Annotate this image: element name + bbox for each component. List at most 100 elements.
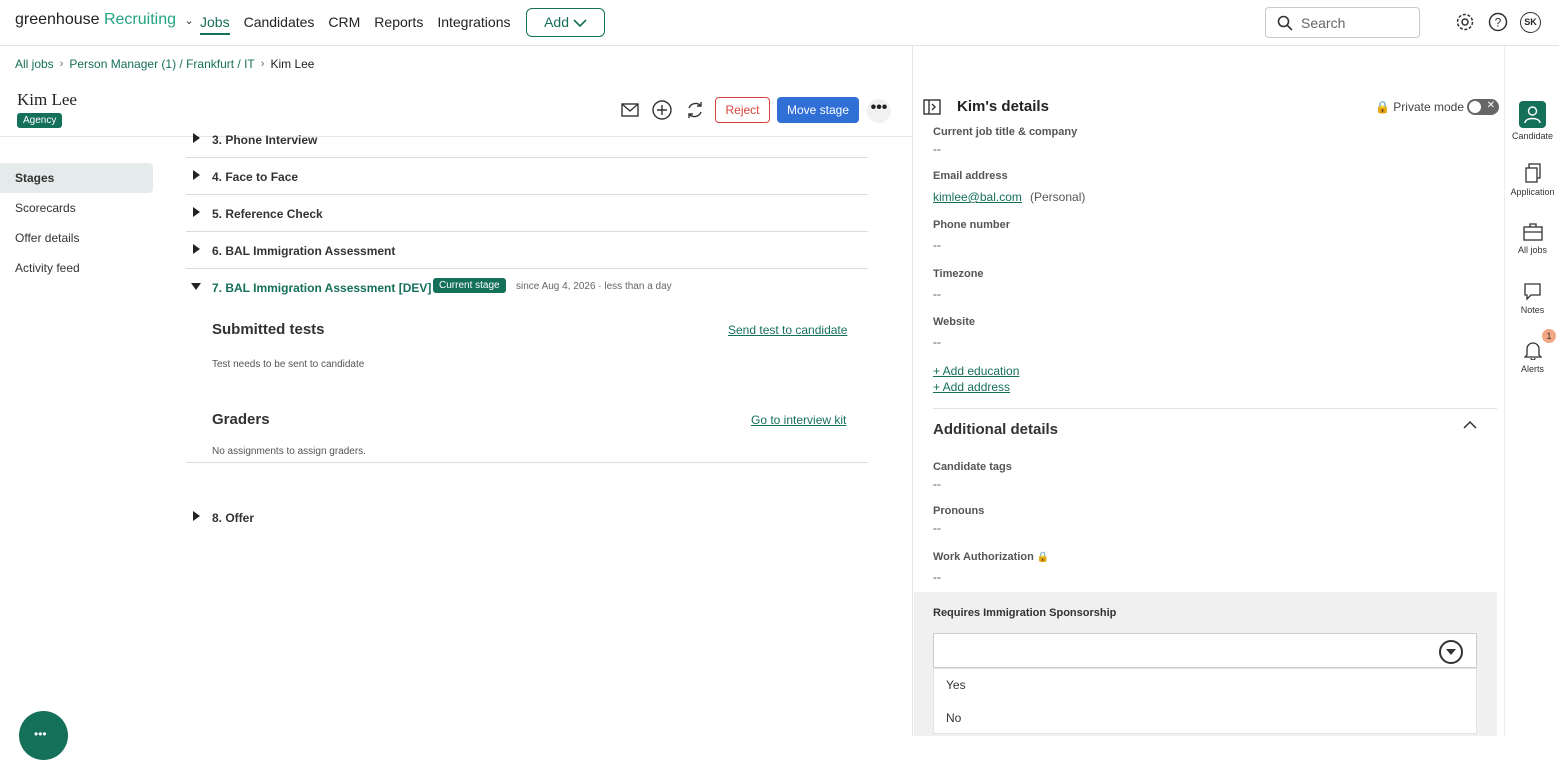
- stage-row[interactable]: 5. Reference Check: [186, 195, 868, 232]
- interview-kit-link[interactable]: Go to interview kit: [751, 413, 846, 427]
- stage-label: 7. BAL Immigration Assessment [DEV]: [212, 281, 432, 295]
- stage-row-current[interactable]: 7. BAL Immigration Assessment [DEV] Curr…: [186, 269, 868, 306]
- section-title: Submitted tests: [212, 321, 325, 338]
- chat-icon: •••: [34, 727, 47, 741]
- tests-note: Test needs to be sent to candidate: [212, 359, 365, 370]
- search-icon: [1277, 15, 1293, 31]
- add-button-label: Add: [544, 14, 570, 30]
- additional-details-title: Additional details: [933, 421, 1059, 438]
- sidebar-label: Notes: [1520, 305, 1545, 315]
- chevron-right-icon: ›: [59, 58, 64, 70]
- alerts-count-badge: 1: [1542, 329, 1556, 343]
- add-address-link[interactable]: + Add address: [933, 380, 1010, 394]
- right-sidebar: Candidate Application All jobs Notes Ale…: [1504, 46, 1559, 736]
- sidebar-item-alerts[interactable]: Alerts: [1505, 340, 1559, 374]
- breadcrumb-job[interactable]: Person Manager (1) / Frankfurt / IT: [69, 57, 254, 71]
- field-label: Candidate tags: [933, 461, 1012, 473]
- stage-label: 4. Face to Face: [212, 170, 299, 184]
- graders-note: No assignments to assign graders.: [212, 446, 366, 457]
- nav-jobs[interactable]: Jobs: [200, 14, 230, 35]
- work-auth-label: Work Authorization: [933, 551, 1034, 563]
- stage-label: 6. BAL Immigration Assessment: [212, 244, 396, 258]
- panel-title: Kim's details: [957, 98, 1049, 115]
- top-navigation: greenhouse Recruiting ⌄ Jobs Candidates …: [0, 0, 1559, 46]
- caret-right-icon: [193, 244, 200, 254]
- add-education-link[interactable]: + Add education: [933, 364, 1019, 378]
- nav-candidates[interactable]: Candidates: [244, 14, 315, 35]
- nav-crm[interactable]: CRM: [328, 14, 360, 35]
- sponsorship-field: Requires Immigration Sponsorship Yes No: [914, 592, 1497, 736]
- sidebar-label: All jobs: [1517, 245, 1547, 255]
- lock-icon: 🔒: [1375, 100, 1390, 114]
- field-value: --: [933, 521, 941, 535]
- help-icon[interactable]: ?: [1488, 12, 1508, 32]
- svg-text:?: ?: [1495, 16, 1502, 30]
- collapse-panel-icon[interactable]: [923, 99, 941, 115]
- field-value: --: [933, 142, 941, 156]
- add-circle-icon[interactable]: [651, 99, 673, 121]
- stage-row[interactable]: 3. Phone Interview: [186, 121, 868, 158]
- app-logo[interactable]: greenhouse Recruiting ⌄: [15, 11, 194, 29]
- gear-icon[interactable]: [1455, 12, 1475, 32]
- section-title: Graders: [212, 411, 270, 428]
- sidebar-item-candidate[interactable]: Candidate: [1505, 101, 1559, 141]
- caret-right-icon: [193, 133, 200, 143]
- option-no[interactable]: No: [934, 702, 1476, 735]
- chevron-down-icon: ⌄: [184, 15, 194, 27]
- nav-offer-details[interactable]: Offer details: [0, 223, 153, 253]
- sidebar-label: Application: [1510, 187, 1555, 197]
- dropdown-arrow-icon[interactable]: [1439, 640, 1463, 664]
- caret-right-icon: [193, 170, 200, 180]
- details-panel: Kim's details 🔒 Private mode ✕ Current j…: [912, 46, 1504, 736]
- sidebar-label: Candidate: [1511, 131, 1554, 141]
- person-icon: [1519, 101, 1546, 128]
- nav-activity-feed[interactable]: Activity feed: [0, 253, 153, 283]
- search-input[interactable]: Search: [1265, 7, 1420, 38]
- refresh-icon[interactable]: [684, 99, 706, 121]
- chevron-up-icon[interactable]: [1463, 420, 1477, 430]
- breadcrumb-all-jobs[interactable]: All jobs: [15, 57, 54, 71]
- sidebar-item-all-jobs[interactable]: All jobs: [1505, 222, 1559, 255]
- sidebar-label: Alerts: [1520, 364, 1544, 374]
- more-options-button[interactable]: •••: [867, 99, 891, 123]
- stage-label: 8. Offer: [212, 511, 255, 525]
- option-yes[interactable]: Yes: [934, 669, 1476, 702]
- stage-row[interactable]: 8. Offer: [186, 499, 868, 536]
- stage-row[interactable]: 4. Face to Face: [186, 158, 868, 195]
- email-icon[interactable]: [619, 99, 641, 121]
- caret-down-icon: [191, 283, 201, 290]
- nav-reports[interactable]: Reports: [374, 14, 423, 35]
- chevron-right-icon: ›: [260, 58, 265, 70]
- field-label: Work Authorization 🔒: [933, 551, 1049, 563]
- email-link[interactable]: kimlee@bal.com: [933, 190, 1022, 204]
- field-value: --: [933, 570, 941, 584]
- field-label: Current job title & company: [933, 126, 1078, 138]
- sponsorship-select[interactable]: [933, 633, 1477, 668]
- profile-nav: Stages Scorecards Offer details Activity…: [0, 163, 153, 283]
- sidebar-item-notes[interactable]: Notes: [1505, 282, 1559, 315]
- reject-button[interactable]: Reject: [715, 97, 770, 123]
- caret-right-icon: [193, 511, 200, 521]
- add-button[interactable]: Add: [526, 8, 605, 37]
- breadcrumb: All jobs › Person Manager (1) / Frankfur…: [15, 57, 314, 71]
- nav-integrations[interactable]: Integrations: [437, 14, 510, 35]
- avatar[interactable]: SK: [1520, 12, 1541, 33]
- briefcase-icon: [1522, 223, 1543, 241]
- send-test-link[interactable]: Send test to candidate: [728, 323, 847, 337]
- field-label: Phone number: [933, 219, 1011, 231]
- caret-right-icon: [193, 207, 200, 217]
- stage-label: 5. Reference Check: [212, 207, 323, 221]
- private-mode-text: Private mode: [1393, 100, 1464, 114]
- move-stage-button[interactable]: Move stage: [777, 97, 859, 123]
- nav-scorecards[interactable]: Scorecards: [0, 193, 153, 223]
- bell-icon: [1523, 342, 1542, 360]
- field-value: --: [933, 477, 941, 491]
- private-mode-toggle[interactable]: ✕: [1467, 99, 1499, 115]
- lock-icon: 🔒: [1036, 552, 1050, 563]
- field-value: --: [933, 335, 941, 349]
- chevron-down-icon: [573, 19, 587, 28]
- stage-row[interactable]: 6. BAL Immigration Assessment: [186, 232, 868, 269]
- nav-stages[interactable]: Stages: [0, 163, 153, 193]
- sidebar-item-application[interactable]: Application: [1505, 163, 1559, 197]
- stage-label: 3. Phone Interview: [212, 133, 318, 147]
